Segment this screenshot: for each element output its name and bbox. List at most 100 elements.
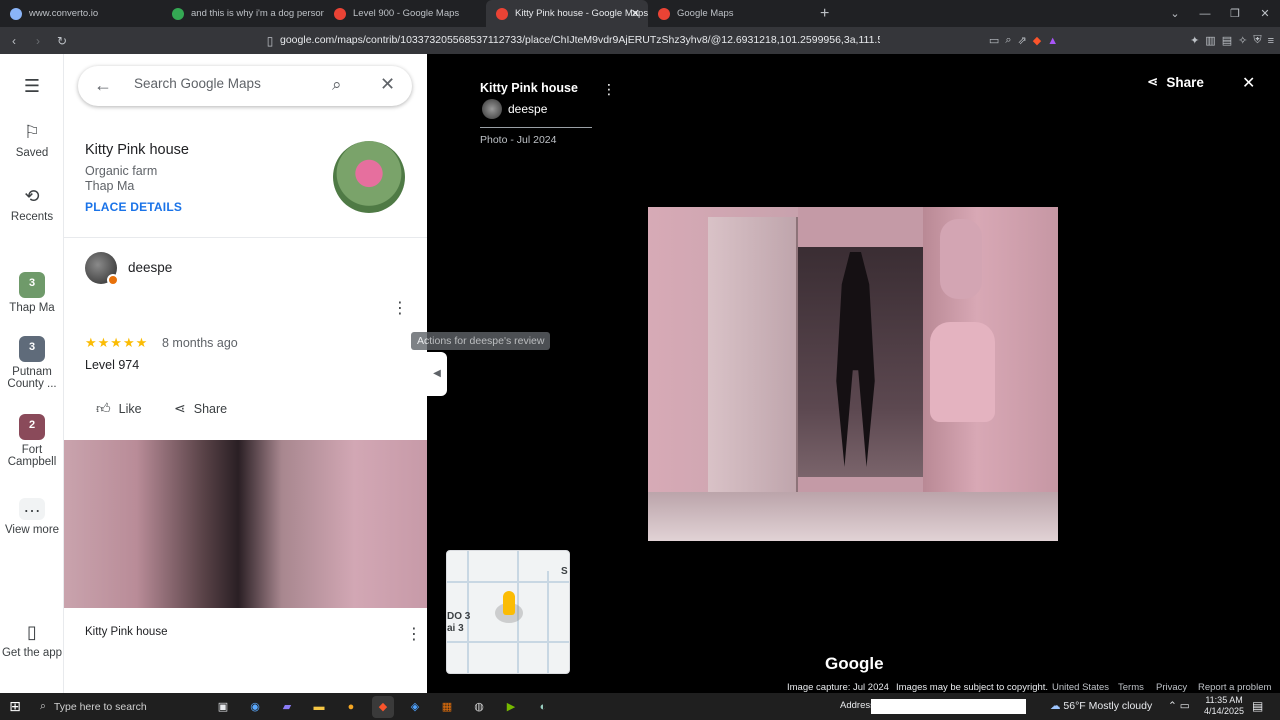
search-box: ← ⌕ ✕ bbox=[78, 66, 412, 106]
menu-icon[interactable]: ≡ bbox=[1268, 35, 1274, 47]
search-icon[interactable]: ⌕ bbox=[332, 75, 342, 95]
copilot-icon[interactable]: ◉ bbox=[244, 696, 266, 718]
photo-actions-icon[interactable]: ⋮ bbox=[406, 624, 422, 644]
like-button[interactable]: 👍︎ Like bbox=[96, 400, 142, 417]
review-text: Level 974 bbox=[85, 358, 140, 372]
file-explorer-icon[interactable]: ▬ bbox=[308, 696, 330, 718]
zoom-icon[interactable]: ⌕ bbox=[1005, 34, 1011, 47]
collapse-panel-button[interactable]: ◀ bbox=[427, 352, 447, 396]
thumbs-up-icon: 👍︎ bbox=[96, 400, 111, 416]
app-icon[interactable]: ◐ bbox=[532, 696, 554, 718]
share-label: Share bbox=[193, 401, 228, 416]
map-label: DO 3 bbox=[447, 611, 471, 622]
reviewer-name[interactable]: deespe bbox=[128, 260, 172, 275]
tab-google-maps[interactable]: Google Maps bbox=[648, 0, 810, 27]
viewer-author[interactable]: deespe bbox=[508, 102, 547, 116]
tab-dog-person[interactable]: and this is why i'm a dog person bbox=[162, 0, 324, 27]
task-view-icon[interactable]: ▣ bbox=[212, 696, 234, 718]
brave-rewards-icon[interactable]: ▲ bbox=[1047, 35, 1058, 47]
review-actions-icon[interactable]: ⋮ bbox=[392, 298, 408, 318]
place-photo-thumbnail[interactable] bbox=[333, 141, 405, 213]
app-icon[interactable]: ▰ bbox=[276, 696, 298, 718]
cast-icon[interactable]: ▭ bbox=[989, 34, 999, 47]
viewer-more-icon[interactable]: ⋮ bbox=[602, 81, 616, 98]
vpn-icon[interactable]: ⛨ bbox=[1253, 34, 1261, 47]
tooltip: Actions for deespe's review bbox=[411, 332, 551, 350]
rail-recents-label: Recents bbox=[10, 211, 54, 223]
bookmark-icon[interactable]: ▯ bbox=[260, 34, 280, 48]
app-icon[interactable]: ◈ bbox=[404, 696, 426, 718]
taskbar-apps: ▣ ◉ ▰ ▬ ● ◆ ◈ ▦ ◍ ▶ ◐ bbox=[212, 695, 554, 718]
tab-converto[interactable]: www.converto.io bbox=[0, 0, 162, 27]
report-problem-link[interactable]: Report a problem bbox=[1198, 682, 1271, 693]
photo-plush bbox=[940, 219, 982, 299]
windows-taskbar: ⊞ ⌕ Type here to search ▣ ◉ ▰ ▬ ● ◆ ◈ ▦ ◍… bbox=[0, 693, 1280, 720]
rail-recent-putnam[interactable]: 3 Putnam County ... bbox=[0, 336, 64, 390]
tray-icons[interactable]: ⌃ ▭ bbox=[1168, 700, 1190, 712]
tab-search-icon[interactable]: ⌄ bbox=[1160, 7, 1190, 20]
share-review-button[interactable]: ⋖ Share bbox=[174, 400, 227, 417]
weather-widget[interactable]: ☁ 56°F Mostly cloudy bbox=[1050, 700, 1152, 712]
rail-place-label: Fort Campbell bbox=[7, 444, 57, 468]
review-photo[interactable] bbox=[64, 440, 427, 608]
rail-recents[interactable]: ⟲ Recents bbox=[0, 186, 64, 223]
close-window-icon[interactable]: ✕ bbox=[1250, 7, 1280, 20]
globe-icon bbox=[10, 7, 22, 20]
rail-get-app[interactable]: ▯ Get the app bbox=[0, 622, 64, 659]
leo-icon[interactable]: ✧ bbox=[1238, 34, 1247, 47]
place-details-link[interactable]: PLACE DETAILS bbox=[85, 200, 182, 214]
close-tab-icon[interactable]: ✕ bbox=[631, 7, 640, 20]
photo-backpack bbox=[930, 322, 995, 422]
nvidia-icon[interactable]: ▶ bbox=[500, 696, 522, 718]
address-bar[interactable]: google.com/maps/contrib/1033732055685371… bbox=[280, 31, 880, 50]
brave-browser-icon[interactable]: ◆ bbox=[372, 695, 394, 718]
rail-view-more[interactable]: … View more bbox=[0, 497, 64, 536]
back-arrow-icon[interactable]: ← bbox=[94, 75, 112, 96]
rail-recent-thap-ma[interactable]: 3 Thap Ma bbox=[0, 272, 64, 314]
forward-icon[interactable]: › bbox=[28, 34, 48, 48]
taskbar-search[interactable]: ⌕ Type here to search bbox=[30, 693, 180, 720]
viewer-title[interactable]: Kitty Pink house bbox=[480, 81, 578, 95]
maps-pin-icon bbox=[496, 7, 508, 20]
avatar[interactable] bbox=[85, 252, 119, 286]
viewer-share-button[interactable]: ⋖ Share bbox=[1147, 74, 1204, 90]
search-input[interactable] bbox=[134, 76, 314, 91]
app-icon[interactable]: ● bbox=[340, 696, 362, 718]
rail-saved[interactable]: ⚐ Saved bbox=[0, 122, 64, 159]
pegman-icon[interactable] bbox=[503, 591, 515, 615]
restore-icon[interactable]: ❐ bbox=[1220, 7, 1250, 20]
address-toolbar-input[interactable] bbox=[871, 699, 1026, 714]
windows-start-icon[interactable]: ⊞ bbox=[0, 698, 30, 715]
wallet-icon[interactable]: ▤ bbox=[1222, 34, 1232, 47]
extensions-icon[interactable]: ✦ bbox=[1190, 34, 1199, 47]
privacy-link[interactable]: Privacy bbox=[1156, 682, 1187, 693]
taskbar-clock[interactable]: 11:35 AM 4/14/2025 bbox=[1204, 695, 1244, 717]
minimize-icon[interactable]: — bbox=[1190, 8, 1220, 20]
main-photo[interactable] bbox=[648, 207, 1058, 541]
share-page-icon[interactable]: ⇗ bbox=[1018, 34, 1027, 47]
tab-level-900[interactable]: Level 900 - Google Maps bbox=[324, 0, 486, 27]
hamburger-menu[interactable]: ☰ bbox=[0, 76, 64, 101]
brave-shield-icon[interactable]: ◆ bbox=[1033, 34, 1041, 47]
close-icon[interactable]: ✕ bbox=[380, 74, 395, 95]
review-date: 8 months ago bbox=[162, 336, 238, 350]
toolbar-actions: ▭ ⌕ ⇗ ◆ ▲ ✦ ▥ ▤ ✧ ⛨ ≡ bbox=[989, 27, 1274, 54]
avatar[interactable] bbox=[482, 99, 502, 119]
notification-icon[interactable]: ▤ bbox=[1252, 699, 1263, 713]
rail-recent-fort-campbell[interactable]: 2 Fort Campbell bbox=[0, 414, 64, 468]
tab-kitty-pink-house[interactable]: Kitty Pink house - Google Maps ✕ bbox=[486, 0, 648, 27]
app-icon[interactable]: ◍ bbox=[468, 696, 490, 718]
viewer-close-icon[interactable]: ✕ bbox=[1242, 73, 1255, 93]
tab-label: Google Maps bbox=[677, 8, 734, 19]
app-icon[interactable]: ▦ bbox=[436, 696, 458, 718]
minimap[interactable]: DO 3 ai 3 S bbox=[446, 550, 570, 674]
clock-time: 11:35 AM bbox=[1205, 695, 1243, 705]
back-icon[interactable]: ‹ bbox=[4, 34, 24, 48]
rail-view-more-label: View more bbox=[4, 524, 60, 536]
new-tab-icon[interactable]: + bbox=[820, 5, 829, 23]
image-capture-date: Image capture: Jul 2024 bbox=[787, 682, 889, 693]
reload-icon[interactable]: ↻ bbox=[52, 34, 72, 48]
country-link[interactable]: United States bbox=[1052, 682, 1109, 693]
terms-link[interactable]: Terms bbox=[1118, 682, 1144, 693]
sidebar-icon[interactable]: ▥ bbox=[1205, 34, 1215, 47]
